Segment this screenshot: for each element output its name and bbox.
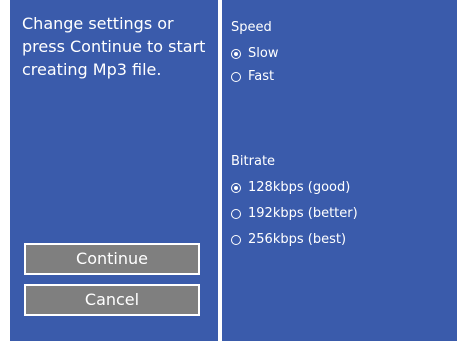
speed-option-label: Fast [248,69,275,84]
radio-unselected-icon [231,72,241,82]
radio-unselected-icon [231,235,241,245]
bitrate-option-label: 256kbps (best) [248,232,347,247]
continue-button[interactable]: Continue [24,243,200,275]
speed-heading: Speed [231,20,272,35]
right-panel: Speed Slow Fast Bitrate 128kbps (good) 1… [222,0,457,341]
left-panel: Change settings or press Continue to sta… [10,0,218,341]
radio-selected-icon [231,49,241,59]
radio-selected-icon [231,183,241,193]
speed-option-slow[interactable]: Slow [231,46,278,62]
speed-option-label: Slow [248,46,279,61]
radio-unselected-icon [231,209,241,219]
cancel-button[interactable]: Cancel [24,284,200,316]
bitrate-heading: Bitrate [231,154,276,169]
instructions-text: Change settings or press Continue to sta… [22,14,206,79]
mp3-settings-screen: Change settings or press Continue to sta… [10,0,457,341]
bitrate-option-128[interactable]: 128kbps (good) [231,180,350,196]
speed-option-fast[interactable]: Fast [231,69,274,85]
bitrate-option-label: 192kbps (better) [248,206,358,221]
bitrate-option-label: 128kbps (good) [248,180,351,195]
bitrate-option-256[interactable]: 256kbps (best) [231,232,346,248]
bitrate-option-192[interactable]: 192kbps (better) [231,206,358,222]
